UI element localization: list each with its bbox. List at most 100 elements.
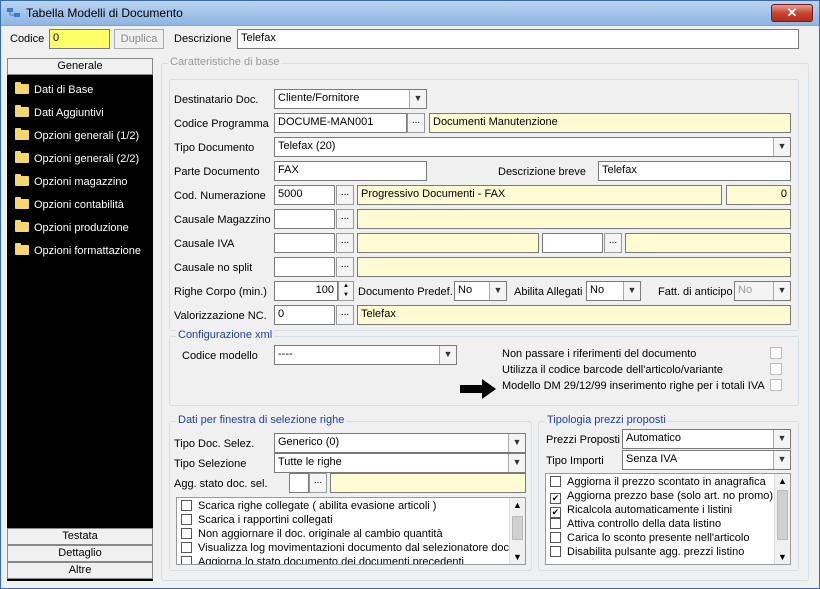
sidebar-item-opzioni-generali-2[interactable]: Opzioni generali (2/2)	[15, 151, 139, 165]
sidebar-item-opzioni-formattazione[interactable]: Opzioni formattazione	[15, 243, 141, 257]
checkbox[interactable]	[550, 476, 561, 487]
abilita-allegati-select[interactable]: No ▼	[586, 281, 641, 301]
codice-modello-select[interactable]: ---- ▼	[274, 345, 457, 365]
check-icon[interactable]: ✔	[550, 507, 561, 518]
righe-corpo-spinner[interactable]: ▲ ▼	[338, 281, 354, 301]
causale-iva-lookup-button[interactable]: ...	[336, 233, 354, 253]
parte-documento-input[interactable]: FAX	[274, 161, 427, 181]
config-opt1-checkbox[interactable]	[770, 347, 782, 359]
prezzi-title: Tipologia prezzi proposti	[545, 414, 668, 426]
checkbox[interactable]	[181, 556, 192, 564]
valorizzazione-input[interactable]: 0	[274, 305, 335, 325]
cod-numerazione-input[interactable]: 5000	[274, 185, 335, 205]
righe-corpo-input[interactable]: 100	[274, 281, 338, 301]
folder-icon	[15, 151, 29, 163]
fatt-anticipo-select[interactable]: No ▼	[734, 281, 791, 301]
list-item[interactable]: Attiva controllo della data listino	[550, 518, 721, 530]
causale-magazzino-input[interactable]	[274, 209, 335, 229]
sidebar-item-dati-base[interactable]: Dati di Base	[15, 82, 93, 96]
list-item[interactable]: Disabilita pulsante agg. prezzi listino	[550, 546, 744, 558]
sidebar-item-opzioni-contabilita[interactable]: Opzioni contabilità	[15, 197, 124, 211]
list-item[interactable]: Scarica i rapportini collegati	[181, 514, 333, 526]
chevron-up-icon[interactable]: ▲	[775, 474, 790, 488]
descrizione-breve-label: Descrizione breve	[498, 166, 587, 178]
checkbox[interactable]	[181, 500, 192, 511]
agg-stato-lookup-button[interactable]: ...	[309, 473, 327, 493]
list-item[interactable]: ✔ Aggiorna prezzo base (solo art. no prom…	[550, 490, 773, 504]
checkbox[interactable]	[550, 518, 561, 529]
documento-predef-select[interactable]: No ▼	[454, 281, 507, 301]
duplica-button[interactable]: Duplica	[114, 29, 164, 49]
causale-magazzino-lookup-button[interactable]: ...	[336, 209, 354, 229]
selezione-title: Dati per finestra di selezione righe	[176, 414, 347, 426]
codice-label: Codice	[10, 33, 45, 45]
descrizione-breve-input[interactable]: Telefax	[598, 161, 791, 181]
chevron-down-icon[interactable]: ▼	[775, 550, 790, 564]
scrollbar-thumb[interactable]	[512, 516, 523, 540]
tipo-importi-label: Tipo Importi	[546, 455, 604, 467]
check-icon[interactable]: ✔	[550, 493, 561, 504]
valorizzazione-label: Valorizzazione NC.	[174, 310, 267, 322]
cod-numerazione-desc: Progressivo Documenti - FAX	[357, 185, 722, 205]
cod-numerazione-lookup-button[interactable]: ...	[336, 185, 354, 205]
checkbox[interactable]	[550, 532, 561, 543]
list-item[interactable]: Aggiorna il prezzo scontato in anagrafic…	[550, 476, 766, 488]
causale-iva-2-input[interactable]	[542, 233, 603, 253]
destinatario-select[interactable]: Cliente/Fornitore ▼	[274, 89, 427, 109]
causale-magazzino-desc	[357, 209, 791, 229]
tipo-documento-select[interactable]: Telefax (20) ▼	[274, 137, 791, 157]
parte-documento-label: Parte Documento	[174, 166, 260, 178]
list-item[interactable]: Aggiorna lo stato documento dei document…	[181, 556, 464, 564]
scrollbar[interactable]: ▲ ▼	[774, 474, 790, 564]
codice-programma-input[interactable]: DOCUME-MAN001	[274, 113, 407, 133]
destinatario-label: Destinatario Doc.	[174, 94, 259, 106]
sidebar-item-opzioni-generali-1[interactable]: Opzioni generali (1/2)	[15, 128, 139, 142]
sidebar-item-opzioni-magazzino[interactable]: Opzioni magazzino	[15, 174, 128, 188]
codice-programma-lookup-button[interactable]: ...	[407, 113, 425, 133]
chevron-down-icon[interactable]: ▼	[510, 550, 525, 564]
tab-testata[interactable]: Testata	[7, 528, 153, 545]
prezzi-checklist[interactable]: Aggiorna il prezzo scontato in anagrafic…	[545, 473, 791, 565]
codice-input[interactable]: 0	[49, 29, 110, 49]
tipo-doc-selez-select[interactable]: Generico (0) ▼	[274, 433, 526, 453]
checkbox[interactable]	[550, 546, 561, 557]
checkbox[interactable]	[181, 514, 192, 525]
scrollbar[interactable]: ▲ ▼	[509, 498, 525, 564]
checkbox[interactable]	[181, 542, 192, 553]
list-item[interactable]: Carica lo sconto presente nell'articolo	[550, 532, 749, 544]
descrizione-input[interactable]: Telefax	[237, 29, 799, 49]
sidebar-item-dati-aggiuntivi[interactable]: Dati Aggiuntivi	[15, 105, 104, 119]
causale-no-split-label: Causale no split	[174, 262, 253, 274]
list-item[interactable]: ✔ Ricalcola automaticamente i listini	[550, 504, 732, 518]
causale-no-split-input[interactable]	[274, 257, 335, 277]
valorizzazione-lookup-button[interactable]: ...	[336, 305, 354, 325]
tab-altre[interactable]: Altre	[7, 562, 153, 579]
sidebar-item-opzioni-produzione[interactable]: Opzioni produzione	[15, 220, 129, 234]
chevron-down-icon: ▼	[773, 451, 790, 469]
prezzi-proposti-select[interactable]: Automatico ▼	[622, 429, 791, 449]
agg-stato-input[interactable]	[289, 473, 309, 493]
config-opt3-checkbox[interactable]	[770, 379, 782, 391]
list-item[interactable]: Scarica righe collegate ( abilita evasio…	[181, 500, 436, 512]
config-opt2-label: Utilizza il codice barcode dell'articolo…	[502, 364, 723, 376]
tipo-importi-select[interactable]: Senza IVA ▼	[622, 450, 791, 470]
causale-no-split-lookup-button[interactable]: ...	[336, 257, 354, 277]
folder-icon	[15, 128, 29, 140]
close-button[interactable]: ✕	[771, 4, 813, 22]
scrollbar-thumb[interactable]	[777, 490, 788, 540]
checkbox[interactable]	[181, 528, 192, 539]
title-bar: Tabella Modelli di Documento ✕	[1, 1, 819, 26]
causale-iva-desc	[357, 233, 539, 253]
abilita-allegati-label: Abilita Allegati	[514, 286, 583, 298]
tab-dettaglio[interactable]: Dettaglio	[7, 545, 153, 562]
tipo-selezione-select[interactable]: Tutte le righe ▼	[274, 453, 526, 473]
config-opt2-checkbox[interactable]	[770, 363, 782, 375]
list-item[interactable]: Non aggiornare il doc. originale al camb…	[181, 528, 443, 540]
selezione-checklist[interactable]: Scarica righe collegate ( abilita evasio…	[176, 497, 526, 565]
list-item[interactable]: Visualizza log movimentazioni documento …	[181, 542, 512, 554]
chevron-up-icon[interactable]: ▲	[510, 498, 525, 512]
causale-iva-2-lookup-button[interactable]: ...	[604, 233, 622, 253]
sidebar-header-generale[interactable]: Generale	[7, 58, 153, 75]
folder-icon	[15, 174, 29, 186]
causale-iva-input[interactable]	[274, 233, 335, 253]
